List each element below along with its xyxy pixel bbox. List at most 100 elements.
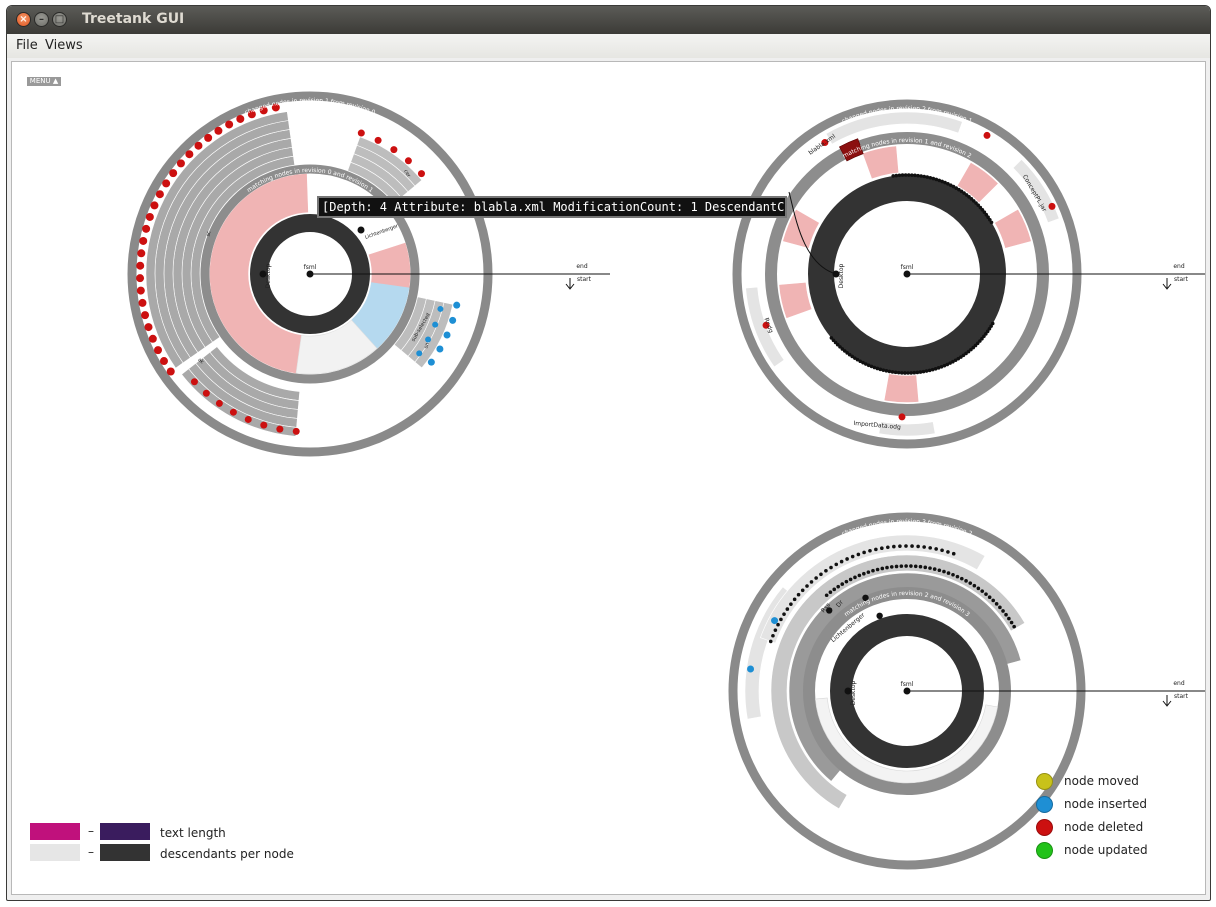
descendants-high-swatch xyxy=(100,844,150,861)
matching-node-dot xyxy=(951,572,955,577)
matching-node-dot xyxy=(839,559,844,564)
matching-node-dot xyxy=(796,592,801,597)
matching-node-dot xyxy=(980,589,985,593)
matching-node-dot xyxy=(910,173,914,177)
matching-node-dot xyxy=(1009,620,1014,625)
matching-node-dot xyxy=(921,369,926,374)
sunburst-visualization[interactable]: Desktopchanged nodes in revision 1 from … xyxy=(12,62,1205,894)
matching-node-dot xyxy=(782,612,786,616)
matching-node-dot xyxy=(903,173,908,177)
matching-node-dot xyxy=(928,566,932,570)
deleted-node-dot xyxy=(898,413,906,421)
desktop-label: Desktop xyxy=(265,263,272,288)
deleted-node-dot xyxy=(144,323,153,332)
matching-node-dot xyxy=(897,173,902,178)
selected-node xyxy=(357,226,365,234)
matching-node-dot xyxy=(909,564,913,568)
matching-node-dot xyxy=(924,369,929,373)
inserted-node-dot xyxy=(449,316,457,324)
matching-node-dot xyxy=(955,574,960,579)
deleted-node-dot xyxy=(357,129,365,137)
deleted-node-dot xyxy=(155,190,164,199)
matching-node-dot xyxy=(1001,609,1005,613)
matching-node-dot xyxy=(862,571,866,576)
matching-node-dot xyxy=(809,580,814,584)
matching-node-dot xyxy=(891,174,896,178)
deleted-node-dot xyxy=(136,274,145,283)
deleted-node-dot xyxy=(214,126,223,135)
matching-node-dot xyxy=(857,573,862,578)
deleted-node-dot xyxy=(374,136,382,144)
deleted-node-dot xyxy=(202,389,210,397)
matching-node-dot xyxy=(916,544,920,549)
matching-node-dot xyxy=(866,570,871,574)
minimize-window-button[interactable]: – xyxy=(34,12,49,27)
matching-node-dot xyxy=(934,547,938,551)
matching-node-dot xyxy=(845,557,849,561)
matching-node-dot xyxy=(862,550,866,555)
maximize-window-button[interactable]: □ xyxy=(52,12,67,27)
root-label: fsml xyxy=(304,264,317,271)
visualization-canvas[interactable]: Desktop changed nodes in revision 1 from … xyxy=(11,61,1206,895)
menu-bar: File Views xyxy=(7,34,1210,58)
matching-node-dot xyxy=(903,371,907,375)
matching-node-dot xyxy=(874,547,878,552)
matching-node-dot xyxy=(893,370,898,375)
root-label: fsml xyxy=(901,681,914,688)
matching-node-dot xyxy=(844,579,849,584)
desktop-label: Desktop xyxy=(850,680,857,705)
matching-node-dot xyxy=(928,175,933,180)
deleted-node-dot xyxy=(260,421,268,429)
matching-node-dot xyxy=(940,548,944,553)
node-inserted-dot xyxy=(1036,796,1053,813)
matching-node-dot xyxy=(930,367,935,372)
inserted-node-dot xyxy=(416,350,423,357)
matching-node-dot xyxy=(836,584,840,589)
deleted-node-dot xyxy=(1048,202,1056,210)
deleted-node-dot xyxy=(225,120,234,129)
deleted-node-dot xyxy=(204,133,213,142)
matching-node-dot xyxy=(776,622,780,627)
window-title: Treetank GUI xyxy=(82,11,185,27)
matching-node-dot xyxy=(899,564,904,568)
legend-dash: – xyxy=(88,824,94,838)
deleted-node-dot xyxy=(292,427,300,435)
matching-node-dot xyxy=(885,565,889,570)
node-deleted-dot xyxy=(1036,819,1053,836)
text-length-high-swatch xyxy=(100,823,150,840)
axis-start-label: start xyxy=(1174,276,1189,283)
matching-node-dot xyxy=(946,571,951,575)
deleted-node-dot xyxy=(169,169,178,178)
matching-node-dot xyxy=(919,174,923,178)
close-window-button[interactable]: × xyxy=(16,12,31,27)
minimize-icon: – xyxy=(39,14,44,25)
matching-node-dot xyxy=(951,551,956,556)
desktop-label: Desktop xyxy=(838,263,845,288)
deleted-node-dot xyxy=(142,224,151,233)
close-icon: × xyxy=(19,14,28,25)
node-deleted-label: node deleted xyxy=(1064,820,1144,834)
node-label: ImportData.odg xyxy=(853,420,901,431)
inserted-node-dot xyxy=(453,301,461,309)
matching-node-dot xyxy=(884,369,889,373)
deleted-node-dot xyxy=(244,415,252,423)
matching-node-dot xyxy=(894,564,899,569)
matching-node-dot xyxy=(912,370,917,375)
matching-node-dot xyxy=(900,371,904,375)
matching-node-dot xyxy=(976,586,981,591)
deleted-node-dot xyxy=(194,141,203,150)
axis-start-label: start xyxy=(577,276,592,283)
deleted-node-dot xyxy=(136,261,145,270)
matching-node-dot xyxy=(928,546,932,550)
canvas-menu-toggle[interactable]: MENU ▲ xyxy=(27,77,61,86)
matching-node-dot xyxy=(906,173,911,177)
axis-end-label: end xyxy=(576,263,587,270)
menu-views[interactable]: Views xyxy=(45,38,83,53)
matching-node-dot xyxy=(909,371,913,375)
application-window: × – □ Treetank GUI File Views Desktop cha… xyxy=(6,5,1211,901)
root-node xyxy=(306,270,314,278)
matching-node-dot xyxy=(889,565,894,569)
matching-node-dot xyxy=(892,544,896,549)
matching-node-dot xyxy=(964,579,968,583)
menu-file[interactable]: File xyxy=(16,38,38,53)
